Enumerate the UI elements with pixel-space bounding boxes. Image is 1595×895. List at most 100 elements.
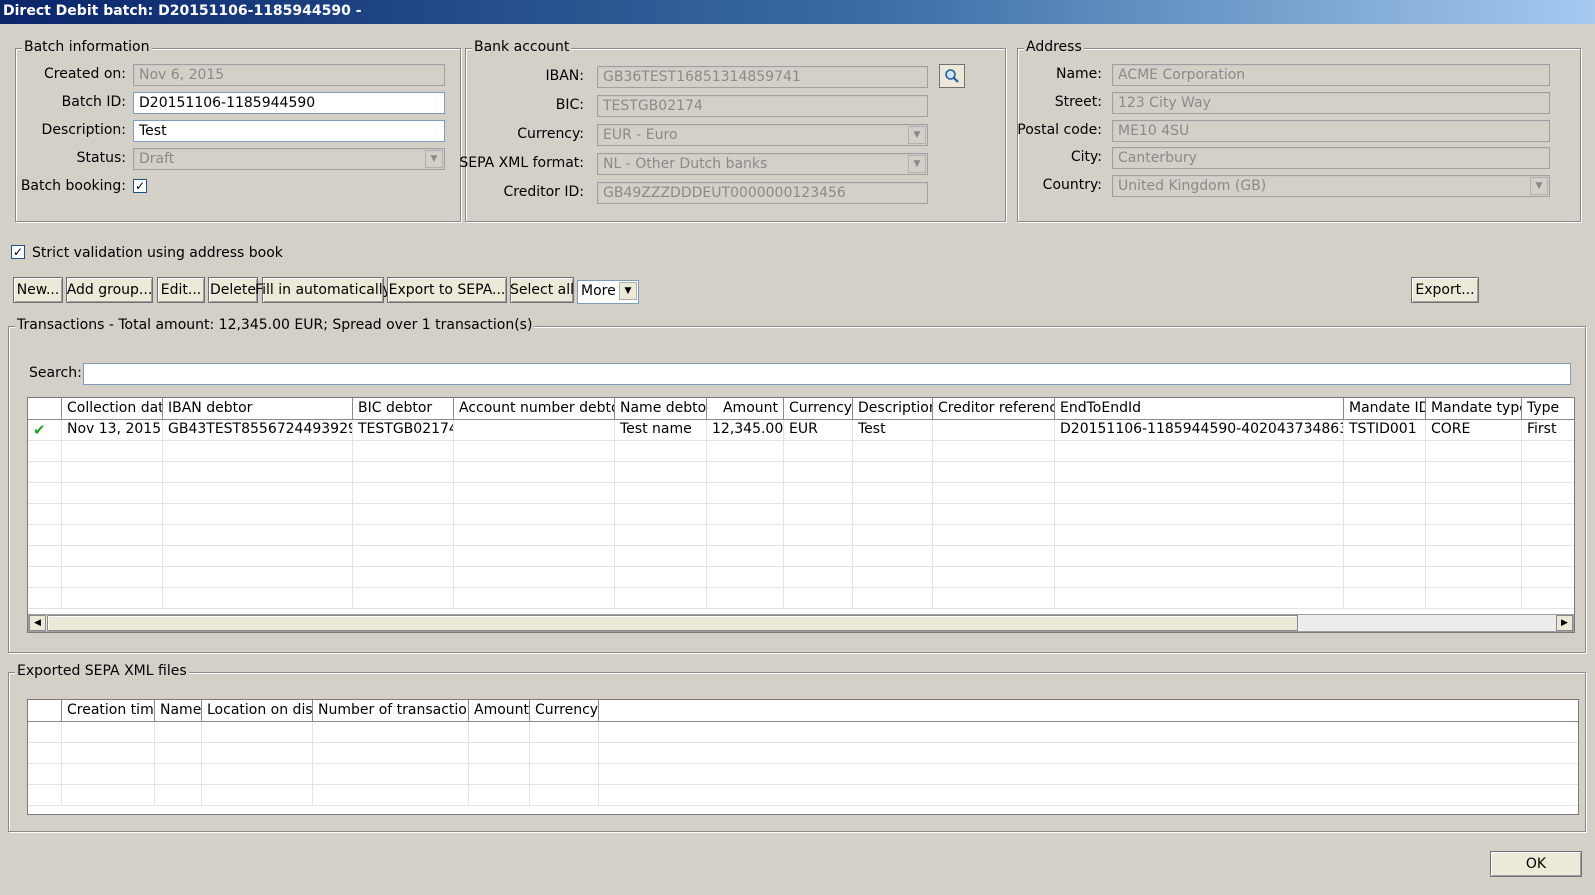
- column-header-amount[interactable]: Amount: [469, 700, 530, 721]
- city-label: City:: [1070, 149, 1102, 165]
- column-header-location-on-disk[interactable]: Location on disk: [202, 700, 313, 721]
- scrollbar-thumb[interactable]: [47, 615, 1298, 631]
- column-header-blank: [28, 700, 62, 721]
- strict-validation-checkbox[interactable]: ✓: [11, 245, 25, 259]
- exported-files-table-header: Creation time Name Location on disk Numb…: [28, 700, 1578, 722]
- bic-label: BIC:: [555, 97, 584, 113]
- name-field: ACME Corporation: [1112, 64, 1550, 86]
- creditor-id-label: Creditor ID:: [503, 184, 585, 200]
- iban-lookup-button[interactable]: [939, 64, 965, 88]
- cell-collection-date: Nov 13, 2015: [62, 420, 163, 440]
- select-all-button[interactable]: Select all: [510, 277, 574, 303]
- column-header-mandate-id[interactable]: Mandate ID: [1344, 398, 1426, 419]
- bic-value: TESTGB02174: [603, 98, 703, 114]
- column-header-end-to-end-id[interactable]: EndToEndId: [1055, 398, 1344, 419]
- empty-table-row: [28, 441, 1574, 462]
- currency-label: Currency:: [517, 126, 584, 142]
- cell-mandate-id: TSTID001: [1344, 420, 1426, 440]
- cell-creditor-reference: [933, 420, 1055, 440]
- checkmark-icon: ✔: [33, 421, 46, 439]
- empty-table-row: [28, 462, 1574, 483]
- batch-id-input[interactable]: D20151106-1185944590: [133, 92, 445, 114]
- export-to-sepa-button[interactable]: Export to SEPA...: [387, 277, 507, 303]
- more-dropdown-value: More: [581, 283, 616, 299]
- postal-code-value: ME10 4SU: [1118, 123, 1190, 139]
- cell-account-number-debtor: [454, 420, 615, 440]
- sepa-format-value: NL - Other Dutch banks: [603, 156, 768, 172]
- ok-button[interactable]: OK: [1490, 851, 1582, 877]
- search-label: Search:: [29, 365, 82, 381]
- column-header-description[interactable]: Description: [853, 398, 933, 419]
- empty-table-row: [28, 588, 1574, 609]
- column-header-name[interactable]: Name: [155, 700, 202, 721]
- transactions-group: Transactions - Total amount: 12,345.00 E…: [8, 317, 1586, 653]
- window-title: Direct Debit batch: D20151106-1185944590…: [3, 3, 362, 19]
- name-value: ACME Corporation: [1118, 67, 1246, 83]
- bic-field: TESTGB02174: [597, 95, 928, 117]
- city-value: Canterbury: [1118, 150, 1197, 166]
- cell-description: Test: [853, 420, 933, 440]
- bank-account-group: Bank account IBAN: GB36TEST1685131485974…: [459, 39, 1006, 222]
- transactions-horizontal-scrollbar[interactable]: ◀ ▶: [28, 614, 1574, 632]
- cell-mandate-type: CORE: [1426, 420, 1522, 440]
- search-icon: [945, 69, 959, 83]
- postal-code-field: ME10 4SU: [1112, 120, 1550, 142]
- scroll-right-icon[interactable]: ▶: [1556, 615, 1573, 631]
- empty-table-row: [28, 743, 1578, 764]
- iban-label: IBAN:: [545, 68, 585, 84]
- delete-button[interactable]: Delete: [208, 277, 258, 303]
- street-value: 123 City Way: [1118, 95, 1211, 111]
- street-label: Street:: [1054, 94, 1102, 110]
- name-label: Name:: [1055, 66, 1102, 82]
- country-select: United Kingdom (GB) ▼: [1112, 175, 1550, 197]
- batch-booking-checkbox[interactable]: ✓: [133, 179, 147, 193]
- status-value: Draft: [139, 151, 175, 167]
- column-header-creditor-reference[interactable]: Creditor reference: [933, 398, 1055, 419]
- empty-table-row: [28, 764, 1578, 785]
- column-header-iban-debtor[interactable]: IBAN debtor: [163, 398, 353, 419]
- column-header-currency[interactable]: Currency: [784, 398, 853, 419]
- column-header-number-of-transactions[interactable]: Number of transactions: [313, 700, 469, 721]
- fill-automatically-button[interactable]: Fill in automatically: [255, 277, 391, 303]
- column-header-mandate-type[interactable]: Mandate type: [1426, 398, 1522, 419]
- chevron-down-icon: ▼: [425, 150, 443, 168]
- column-header-amount[interactable]: Amount: [707, 398, 784, 419]
- column-header-account-number-debtor[interactable]: Account number debtor: [454, 398, 615, 419]
- description-label: Description:: [41, 122, 126, 138]
- empty-table-row: [28, 567, 1574, 588]
- transactions-legend: Transactions - Total amount: 12,345.00 E…: [15, 317, 535, 333]
- exported-files-table: Creation time Name Location on disk Numb…: [27, 699, 1579, 815]
- cell-bic-debtor: TESTGB02174: [353, 420, 454, 440]
- new-button[interactable]: New...: [13, 277, 63, 303]
- add-group-button[interactable]: Add group...: [66, 277, 153, 303]
- cell-end-to-end-id: D20151106-1185944590-40204373486371: [1055, 420, 1344, 440]
- description-input[interactable]: Test: [133, 120, 445, 142]
- column-header-name-debtor[interactable]: Name debtor: [615, 398, 707, 419]
- column-header-collection-date[interactable]: Collection date: [62, 398, 163, 419]
- exported-files-legend: Exported SEPA XML files: [15, 663, 189, 679]
- empty-table-row: [28, 546, 1574, 567]
- table-row[interactable]: ✔ Nov 13, 2015 GB43TEST85567244939297 TE…: [28, 420, 1574, 441]
- cell-type: First: [1522, 420, 1574, 440]
- empty-table-row: [28, 483, 1574, 504]
- iban-value: GB36TEST16851314859741: [603, 69, 801, 85]
- column-header-currency[interactable]: Currency: [530, 700, 599, 721]
- column-header-bic-debtor[interactable]: BIC debtor: [353, 398, 454, 419]
- batch-information-group: Batch information Created on: Nov 6, 201…: [15, 39, 461, 222]
- row-status-cell: ✔: [28, 420, 62, 440]
- postal-code-label: Postal code:: [1017, 122, 1102, 138]
- search-input[interactable]: [83, 363, 1571, 385]
- cell-currency: EUR: [784, 420, 853, 440]
- edit-button[interactable]: Edit...: [157, 277, 205, 303]
- column-header-type[interactable]: Type: [1522, 398, 1574, 419]
- status-select: Draft ▼: [133, 148, 445, 170]
- column-header-creation-time[interactable]: Creation time: [62, 700, 155, 721]
- more-dropdown[interactable]: More ▼: [577, 280, 639, 304]
- scroll-left-icon[interactable]: ◀: [29, 615, 46, 631]
- batch-booking-label: Batch booking:: [20, 178, 126, 194]
- export-button[interactable]: Export...: [1411, 277, 1479, 303]
- address-legend: Address: [1024, 39, 1084, 55]
- batch-id-value: D20151106-1185944590: [139, 95, 316, 111]
- empty-table-row: [28, 785, 1578, 806]
- status-label: Status:: [76, 150, 126, 166]
